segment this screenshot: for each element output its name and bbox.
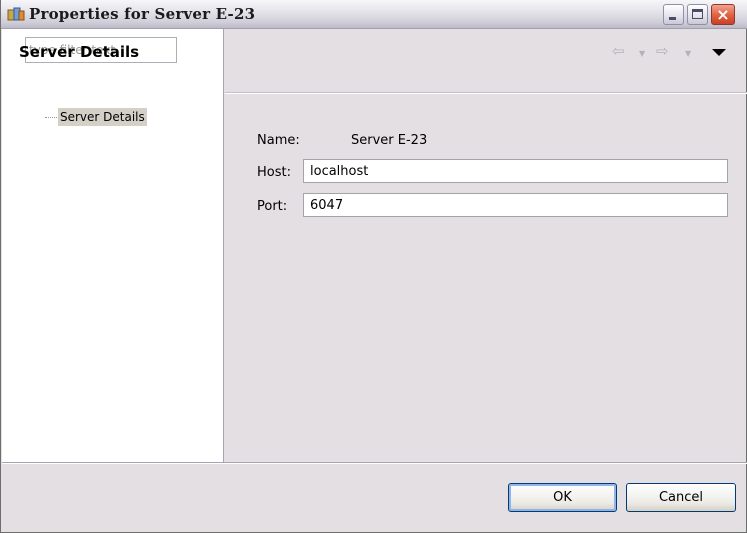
port-label: Port: [257, 199, 288, 214]
cancel-button[interactable]: Cancel [626, 483, 736, 512]
properties-dialog: Properties for Server E-23 × Server Deta… [0, 0, 747, 533]
name-label: Name: [257, 133, 300, 148]
back-history-dropdown-icon[interactable]: ▼ [639, 49, 645, 58]
navigation-pane [2, 29, 224, 462]
name-value: Server E-23 [351, 133, 428, 148]
page-title: Server Details [19, 43, 140, 61]
ok-button[interactable]: OK [508, 483, 617, 512]
forward-history-dropdown-icon[interactable]: ▼ [685, 49, 691, 58]
minimize-icon [669, 17, 676, 20]
port-input[interactable] [303, 193, 728, 217]
maximize-button[interactable] [687, 4, 708, 25]
tree-connector [45, 117, 57, 118]
button-bar-divider [2, 462, 747, 464]
minimize-button[interactable] [663, 4, 684, 25]
host-input[interactable] [303, 159, 728, 183]
view-menu-icon[interactable] [712, 49, 726, 56]
title-bar[interactable]: Properties for Server E-23 × [1, 0, 747, 29]
back-arrow-icon[interactable]: ⇦ [612, 42, 625, 60]
close-icon: × [716, 5, 730, 24]
header-divider [225, 92, 747, 94]
tree-item-server-details[interactable]: Server Details [58, 108, 147, 126]
host-label: Host: [257, 165, 291, 180]
properties-app-icon [7, 7, 25, 21]
maximize-icon [692, 9, 703, 19]
window-title: Properties for Server E-23 [29, 5, 256, 23]
close-button[interactable]: × [711, 4, 735, 25]
forward-arrow-icon[interactable]: ⇨ [656, 42, 669, 60]
